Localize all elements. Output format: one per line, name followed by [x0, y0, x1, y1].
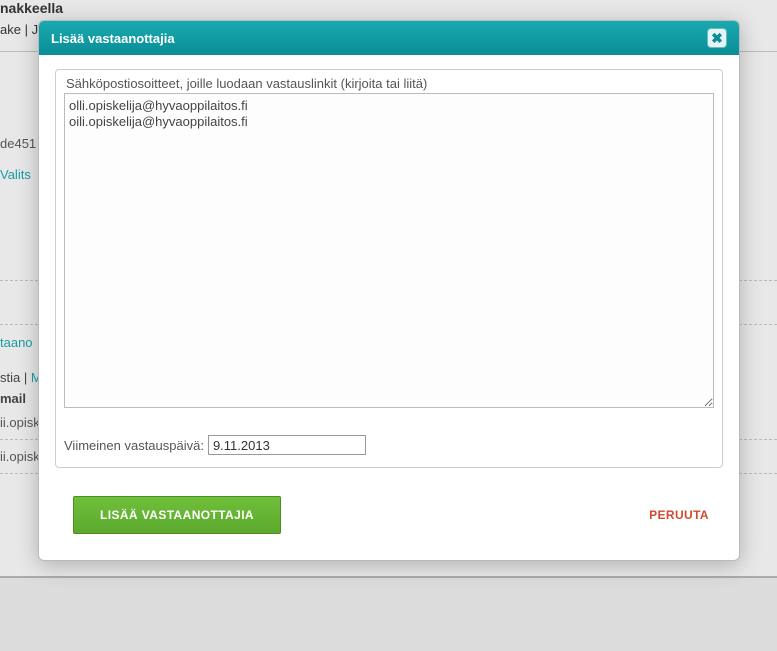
- email-textarea[interactable]: [64, 93, 714, 408]
- deadline-row: Viimeinen vastauspäivä:: [64, 435, 714, 455]
- cancel-button[interactable]: PERUUTA: [649, 508, 709, 522]
- email-textarea-label: Sähköpostiosoitteet, joille luodaan vast…: [66, 76, 714, 91]
- close-icon: ✖: [711, 31, 723, 45]
- recipients-fieldset: Sähköpostiosoitteet, joille luodaan vast…: [55, 69, 723, 468]
- add-recipients-button[interactable]: LISÄÄ VASTAANOTTAJIA: [73, 496, 281, 534]
- dialog-close-button[interactable]: ✖: [707, 28, 727, 48]
- dialog-title-text: Lisää vastaanottajia: [51, 31, 175, 46]
- deadline-label: Viimeinen vastauspäivä:: [64, 438, 204, 453]
- deadline-input[interactable]: [208, 435, 366, 455]
- dialog-body: Sähköpostiosoitteet, joille luodaan vast…: [39, 55, 739, 472]
- modal-overlay: Lisää vastaanottajia ✖ Sähköpostiosoitte…: [0, 0, 777, 651]
- add-recipients-dialog: Lisää vastaanottajia ✖ Sähköpostiosoitte…: [38, 20, 740, 561]
- dialog-titlebar: Lisää vastaanottajia ✖: [39, 21, 739, 55]
- dialog-footer: LISÄÄ VASTAANOTTAJIA PERUUTA: [39, 472, 739, 560]
